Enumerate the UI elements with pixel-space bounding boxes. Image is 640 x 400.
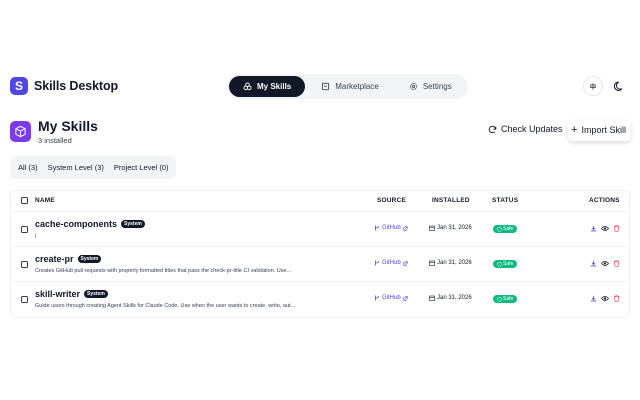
- skill-name-cell: create-pr System: [35, 254, 102, 264]
- calendar-icon: [429, 295, 435, 301]
- shield-check-icon: [497, 261, 502, 267]
- skill-name[interactable]: cache-components: [35, 219, 117, 229]
- installed-date: Jan 31, 2026: [429, 295, 472, 301]
- page-title: My Skills: [38, 118, 98, 134]
- layers-icon: [243, 82, 252, 91]
- skill-name[interactable]: skill-writer: [35, 289, 80, 299]
- external-link-icon: [403, 295, 408, 301]
- gear-icon: [409, 83, 417, 90]
- download-icon[interactable]: [590, 295, 597, 302]
- delete-icon[interactable]: [613, 295, 620, 302]
- filter-all[interactable]: All (3): [13, 158, 43, 177]
- tab-settings[interactable]: Settings: [395, 76, 466, 97]
- installed-date: Jan 31, 2026: [429, 225, 472, 231]
- system-badge: System: [84, 290, 108, 298]
- status-badge: Safe: [493, 295, 518, 303]
- shield-check-icon: [497, 226, 502, 232]
- external-link-icon: [403, 225, 408, 231]
- brand: S Skills Desktop: [10, 77, 118, 95]
- download-icon[interactable]: [590, 225, 597, 232]
- page-icon: [10, 121, 31, 142]
- filter-system-level[interactable]: System Level (3): [43, 159, 109, 177]
- moon-icon: [613, 81, 622, 91]
- branch-icon: [375, 260, 379, 266]
- installed-date-label: Jan 31, 2026: [437, 260, 472, 266]
- check-updates-button[interactable]: Check Updates: [488, 124, 563, 134]
- delete-icon[interactable]: [613, 225, 620, 232]
- skill-name-cell: skill-writer System: [35, 289, 108, 299]
- installed-count: 3 installed: [38, 136, 72, 145]
- status-badge: Safe: [493, 225, 518, 233]
- main-nav: My Skills Marketplace Settings: [227, 74, 468, 99]
- download-icon[interactable]: [590, 260, 597, 267]
- language-button[interactable]: 中: [583, 76, 603, 96]
- table-row: skill-writer System Guide users through …: [11, 282, 629, 317]
- tab-label: Settings: [422, 82, 452, 91]
- row-actions: [590, 260, 620, 267]
- skill-name-cell: cache-components System: [35, 219, 145, 229]
- system-badge: System: [77, 255, 102, 263]
- status-label: Safe: [503, 261, 514, 267]
- calendar-icon: [429, 225, 435, 231]
- source-label: GitHub: [382, 260, 401, 266]
- installed-date-label: Jan 31, 2026: [437, 295, 472, 301]
- col-installed: INSTALLED: [432, 197, 470, 204]
- delete-icon[interactable]: [613, 260, 620, 267]
- table-row: cache-components System | GitHub Jan 31,…: [11, 212, 629, 247]
- installed-date-label: Jan 31, 2026: [437, 225, 472, 231]
- box-icon: [15, 125, 26, 138]
- row-actions: [590, 225, 620, 232]
- col-status: STATUS: [492, 197, 519, 204]
- tab-label: My Skills: [257, 82, 292, 91]
- branch-icon: [375, 295, 379, 301]
- tab-my-skills[interactable]: My Skills: [229, 76, 306, 97]
- source-link[interactable]: GitHub: [374, 225, 408, 231]
- refresh-icon: [488, 125, 497, 133]
- col-source: SOURCE: [377, 197, 407, 204]
- source-label: GitHub: [382, 295, 401, 301]
- row-checkbox[interactable]: [21, 296, 28, 303]
- filter-group: All (3) System Level (3) Project Level (…: [10, 156, 177, 179]
- tab-marketplace[interactable]: Marketplace: [307, 76, 393, 97]
- source-link[interactable]: GitHub: [374, 260, 408, 266]
- col-actions: ACTIONS: [589, 197, 620, 204]
- table-header: NAME SOURCE INSTALLED STATUS ACTIONS: [11, 191, 629, 212]
- view-icon[interactable]: [601, 260, 609, 267]
- skill-description: |: [35, 233, 37, 239]
- row-checkbox[interactable]: [21, 226, 28, 233]
- tab-label: Marketplace: [335, 82, 379, 91]
- store-icon: [322, 82, 330, 91]
- row-checkbox[interactable]: [21, 261, 28, 268]
- shield-check-icon: [497, 296, 502, 302]
- filter-project-level[interactable]: Project Level (0): [109, 159, 174, 177]
- skill-name[interactable]: create-pr: [35, 254, 74, 264]
- external-link-icon: [403, 260, 408, 266]
- col-name: NAME: [35, 197, 55, 204]
- installed-date: Jan 31, 2026: [429, 260, 472, 266]
- calendar-icon: [429, 260, 435, 266]
- system-badge: System: [121, 220, 145, 228]
- theme-toggle-button[interactable]: [609, 76, 629, 96]
- branch-icon: [375, 225, 379, 231]
- source-label: GitHub: [382, 225, 401, 231]
- view-icon[interactable]: [601, 225, 609, 232]
- view-icon[interactable]: [601, 295, 609, 302]
- row-actions: [590, 295, 620, 302]
- skills-table: NAME SOURCE INSTALLED STATUS ACTIONS cac…: [10, 190, 630, 318]
- source-link[interactable]: GitHub: [374, 295, 408, 301]
- import-skill-button[interactable]: + Import Skill: [568, 119, 631, 141]
- app-logo: S: [10, 77, 28, 95]
- plus-icon: +: [571, 123, 578, 136]
- check-updates-label: Check Updates: [501, 124, 563, 134]
- app-name: Skills Desktop: [34, 79, 119, 93]
- import-skill-label: Import Skill: [581, 125, 626, 135]
- status-badge: Safe: [493, 260, 518, 268]
- skill-description: Guide users through creating Agent Skill…: [35, 303, 296, 309]
- skill-description: Creates GitHub pull requests with proper…: [35, 268, 292, 274]
- app-window: S Skills Desktop My Skills Marketplace S…: [0, 0, 640, 400]
- select-all-checkbox[interactable]: [21, 197, 28, 204]
- status-label: Safe: [503, 296, 514, 302]
- table-row: create-pr System Creates GitHub pull req…: [11, 247, 629, 282]
- status-label: Safe: [503, 226, 514, 232]
